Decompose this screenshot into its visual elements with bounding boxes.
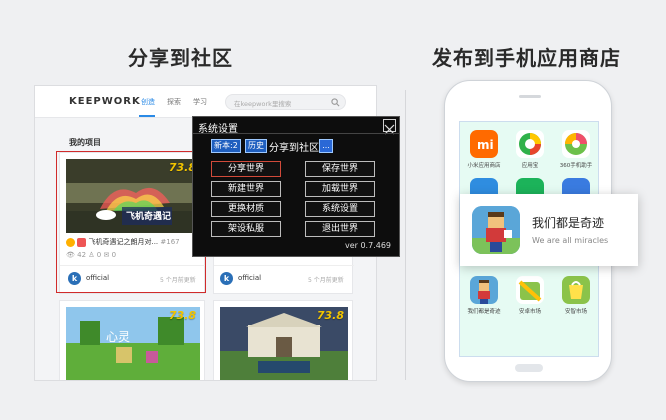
system-settings-button[interactable]: 系统设置 [305,201,375,217]
app-android-market[interactable]: 安卓市场 [510,276,550,315]
tab-share-community[interactable]: 分享到社区 [269,139,319,154]
system-settings-dialog: 系统设置 新本:2 历史 分享到社区 ... 分享世界 保存世界 新建世界 加载… [192,116,400,257]
phone-home-button[interactable] [515,364,543,372]
app-360-assistant[interactable]: 360手机助手 [556,130,596,169]
divider [405,90,406,380]
app-yingyongbao[interactable]: 应用宝 [510,130,550,169]
svg-text:心灵: 心灵 [106,330,130,344]
exit-world-button[interactable]: 退出世界 [305,221,375,237]
tab-history[interactable]: 历史 [245,139,267,153]
save-world-button[interactable]: 保存世界 [305,161,375,177]
site-navbar: KEEPWORK 创造 探索 学习 在keepwork里搜索 [35,86,376,118]
app-xiaomi-store[interactable]: mi 小米应用商店 [464,130,504,169]
anzhi-market-icon [562,276,590,304]
card-time: 5 个月前更新 [308,277,344,284]
search-placeholder: 在keepwork里搜索 [234,100,292,108]
app-miracles[interactable]: 我们都是奇迹 [464,276,504,315]
tab-new[interactable]: 新本:2 [211,139,241,153]
version-label: ver 0.7.469 [344,241,391,250]
avatar[interactable]: k [220,272,233,285]
app-popup-card[interactable]: 我们都是奇迹 We are all miracles [460,194,638,266]
page: 分享到社区 发布到手机应用商店 KEEPWORK 创造 探索 学习 在keepw… [0,0,666,420]
app-label: 360手机助手 [559,163,593,169]
project-card-3[interactable]: 心灵 73.8 [59,300,205,380]
miracles-app-icon [472,206,520,254]
version-badge: 73.8 [316,309,344,322]
yingyongbao-icon [516,130,544,158]
nav-create[interactable]: 创造 [141,97,155,107]
tab-more-button[interactable]: ... [319,139,333,153]
version-badge: 73.8 [168,309,196,322]
card-divider [214,265,354,266]
miracles-app-icon [470,276,498,304]
new-world-button[interactable]: 新建世界 [211,181,281,197]
card-user[interactable]: official [238,274,261,282]
nav-learn[interactable]: 学习 [193,97,207,107]
change-texture-button[interactable]: 更换材质 [211,201,281,217]
app-label: 应用宝 [521,163,539,169]
keepwork-logo[interactable]: KEEPWORK [69,96,141,107]
xiaomi-store-icon: mi [470,130,498,158]
project-thumbnail[interactable]: 73.8 [220,307,348,380]
share-world-button[interactable]: 分享世界 [211,161,281,177]
left-heading: 分享到社区 [128,46,233,70]
project-card-4[interactable]: 73.8 [213,300,353,380]
popup-subtitle: We are all miracles [532,236,609,245]
app-label: 小米应用商店 [467,163,501,169]
app-label: 我们都是奇迹 [467,309,501,315]
close-button[interactable] [383,119,396,135]
search-icon[interactable] [331,98,340,107]
svg-text:mi: mi [477,138,494,152]
load-world-button[interactable]: 加载世界 [305,181,375,197]
nav-active-underline [139,115,155,117]
search-input[interactable]: 在keepwork里搜索 [225,94,346,110]
private-server-button[interactable]: 架设私服 [211,221,281,237]
dialog-divider [193,133,399,134]
phone-speaker [519,95,541,98]
app-anzhi-market[interactable]: 安智市场 [556,276,596,315]
right-heading: 发布到手机应用商店 [432,46,621,70]
nav-explore[interactable]: 探索 [167,97,181,107]
360-assistant-icon [562,130,590,158]
android-market-icon [516,276,544,304]
app-label: 安卓市场 [518,309,541,315]
popup-title: 我们都是奇迹 [532,216,605,230]
selected-card-highlight [56,151,206,293]
project-thumbnail[interactable]: 心灵 73.8 [66,307,200,380]
app-label: 安智市场 [564,309,587,315]
my-projects-title: 我的项目 [69,138,101,147]
